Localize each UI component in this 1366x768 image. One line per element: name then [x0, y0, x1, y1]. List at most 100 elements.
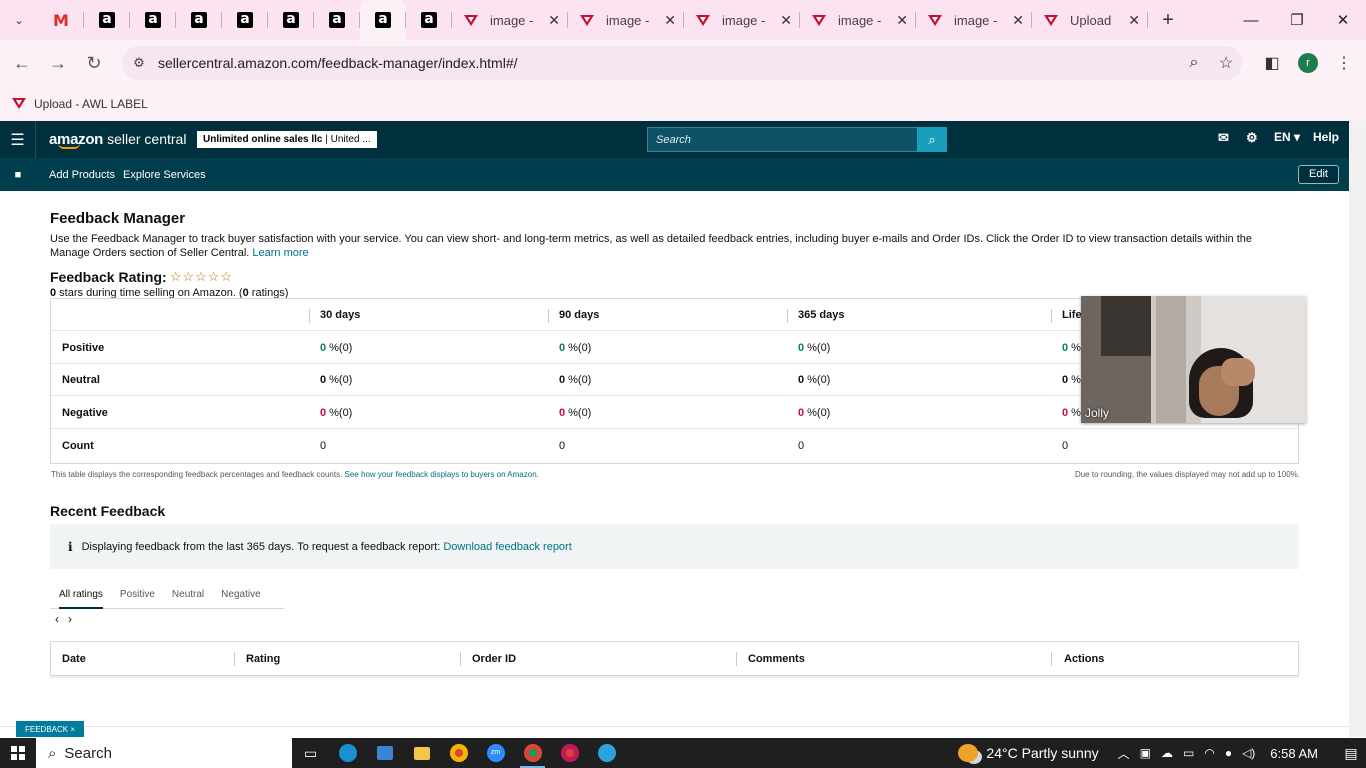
amazon-icon: a: [191, 12, 207, 28]
chevron-up-icon[interactable]: ︿: [1118, 745, 1130, 762]
tab-upload[interactable]: Upload ✕: [1032, 0, 1148, 40]
tab-amazon-4[interactable]: a: [222, 0, 268, 40]
account-switcher[interactable]: Unlimited online sales llc | United ...: [197, 131, 377, 148]
tab-close-icon[interactable]: ✕: [780, 12, 792, 29]
help-link[interactable]: Help: [1313, 130, 1339, 144]
prev-page-chevron-icon[interactable]: ‹: [55, 612, 59, 626]
microphone-icon[interactable]: ●: [1225, 746, 1232, 760]
language-label: EN: [1274, 130, 1291, 144]
language-selector[interactable]: EN ▾: [1274, 130, 1300, 144]
wifi-icon[interactable]: ◠: [1204, 746, 1214, 760]
onedrive-cloud-icon[interactable]: ☁: [1161, 746, 1173, 760]
tab-amazon-1[interactable]: a: [84, 0, 130, 40]
back-icon[interactable]: ←: [4, 45, 40, 81]
weather-widget[interactable]: 24°C Partly sunny: [958, 744, 1099, 762]
tab-title: image -: [490, 12, 534, 28]
profile-avatar[interactable]: r: [1291, 46, 1325, 80]
edge-icon[interactable]: [329, 738, 366, 768]
site-info-icon[interactable]: ⚙: [122, 55, 156, 71]
learn-more-link[interactable]: Learn more: [252, 247, 308, 259]
windows-start-icon[interactable]: [0, 746, 36, 760]
tab-positive[interactable]: Positive: [120, 579, 155, 609]
row-label: Count: [62, 440, 94, 452]
tab-close-icon[interactable]: ✕: [896, 12, 908, 29]
tab-image-3[interactable]: image - ✕: [684, 0, 800, 40]
search-icon[interactable]: ⌕: [917, 127, 947, 152]
tab-close-icon[interactable]: ✕: [548, 12, 560, 29]
zoom-icon[interactable]: ⌕: [1178, 54, 1210, 72]
tab-close-icon[interactable]: ✕: [1012, 12, 1024, 29]
header-comments[interactable]: Comments: [748, 642, 805, 675]
tab-image-2[interactable]: image - ✕: [568, 0, 684, 40]
page-scrollbar[interactable]: [1349, 121, 1366, 737]
notifications-icon[interactable]: ▤: [1336, 745, 1366, 762]
taskbar-search[interactable]: ⌕ Search: [36, 738, 292, 768]
tab-image-4[interactable]: image - ✕: [800, 0, 916, 40]
cell-value: 0: [559, 407, 566, 419]
edit-button[interactable]: Edit: [1298, 165, 1339, 184]
seller-search-input[interactable]: Search: [647, 127, 918, 152]
clock[interactable]: 6:58 AM: [1270, 746, 1318, 761]
hamburger-menu-icon[interactable]: ☰: [0, 121, 36, 158]
forward-icon[interactable]: →: [40, 45, 76, 81]
tab-gmail[interactable]: M: [38, 0, 84, 40]
zoom-icon[interactable]: zm: [477, 738, 514, 768]
chrome-alt-profile-icon[interactable]: [551, 738, 588, 768]
column-divider: [309, 309, 310, 323]
url-text[interactable]: sellercentral.amazon.com/feedback-manage…: [156, 55, 1178, 71]
tab-image-5[interactable]: image - ✕: [916, 0, 1032, 40]
tab-amazon-2[interactable]: a: [130, 0, 176, 40]
amazon-icon: a: [283, 12, 299, 28]
amazon-icon: a: [421, 12, 437, 28]
telegram-icon[interactable]: [588, 738, 625, 768]
feedback-display-link[interactable]: See how your feedback displays to buyers…: [345, 470, 539, 479]
tab-amazon-5[interactable]: a: [268, 0, 314, 40]
tab-negative[interactable]: Negative: [221, 579, 260, 609]
reload-icon[interactable]: ↻: [76, 45, 112, 81]
explore-services-link[interactable]: Explore Services: [123, 169, 206, 181]
add-products-link[interactable]: Add Products: [49, 169, 115, 181]
bookmark-upload-awl-label[interactable]: Upload - AWL LABEL: [34, 97, 148, 111]
browser-menu-icon[interactable]: ⋮: [1327, 46, 1361, 80]
store-icon[interactable]: [366, 738, 403, 768]
new-tab-button[interactable]: +: [1148, 9, 1188, 32]
header-date[interactable]: Date: [62, 642, 86, 675]
tab-close-icon[interactable]: ✕: [664, 12, 676, 29]
close-window-icon[interactable]: ✕: [1320, 0, 1366, 40]
tab-amazon-6[interactable]: a: [314, 0, 360, 40]
amazon-icon: a: [375, 12, 391, 28]
header-order-id[interactable]: Order ID: [472, 642, 516, 675]
tab-image-1[interactable]: image - ✕: [452, 0, 568, 40]
tab-close-icon[interactable]: ✕: [1128, 12, 1140, 29]
header-rating[interactable]: Rating: [246, 642, 280, 675]
minimize-icon[interactable]: —: [1228, 0, 1274, 40]
file-explorer-icon[interactable]: [403, 738, 440, 768]
tab-amazon-8[interactable]: a: [406, 0, 452, 40]
tab-all-ratings[interactable]: All ratings: [59, 579, 103, 609]
tab-title: image -: [838, 12, 882, 28]
tab-search-chevron-icon[interactable]: ⌄: [0, 0, 38, 40]
chrome-profile-icon[interactable]: [514, 738, 551, 768]
tab-amazon-3[interactable]: a: [176, 0, 222, 40]
restore-icon[interactable]: ❐: [1274, 0, 1320, 40]
bookmark-star-icon[interactable]: ☆: [1210, 53, 1242, 73]
bookmark-icon[interactable]: ■: [0, 169, 36, 181]
meet-now-icon[interactable]: ▣: [1140, 746, 1151, 760]
cell-value: 0: [320, 342, 327, 354]
task-view-icon[interactable]: ▭: [292, 738, 329, 768]
download-feedback-report-link[interactable]: Download feedback report: [443, 541, 571, 553]
recent-feedback-title: Recent Feedback: [50, 503, 166, 519]
mail-icon[interactable]: ✉: [1218, 130, 1229, 146]
side-panel-icon[interactable]: ◧: [1255, 46, 1289, 80]
next-page-chevron-icon[interactable]: ›: [68, 612, 72, 626]
chrome-icon[interactable]: [440, 738, 477, 768]
tab-neutral[interactable]: Neutral: [172, 579, 204, 609]
settings-gear-icon[interactable]: ⚙: [1246, 130, 1258, 146]
battery-icon[interactable]: ▭: [1183, 746, 1194, 760]
volume-icon[interactable]: ◁): [1242, 746, 1255, 760]
browser-tabstrip: ⌄ M a a a a a a a a image - ✕ image - ✕ im…: [0, 0, 1366, 40]
feedback-tab-button[interactable]: FEEDBACK ×: [16, 721, 84, 737]
tab-amazon-active[interactable]: a: [360, 0, 406, 40]
address-bar[interactable]: ⚙ sellercentral.amazon.com/feedback-mana…: [122, 46, 1242, 80]
video-call-thumbnail[interactable]: Jolly: [1081, 296, 1306, 423]
